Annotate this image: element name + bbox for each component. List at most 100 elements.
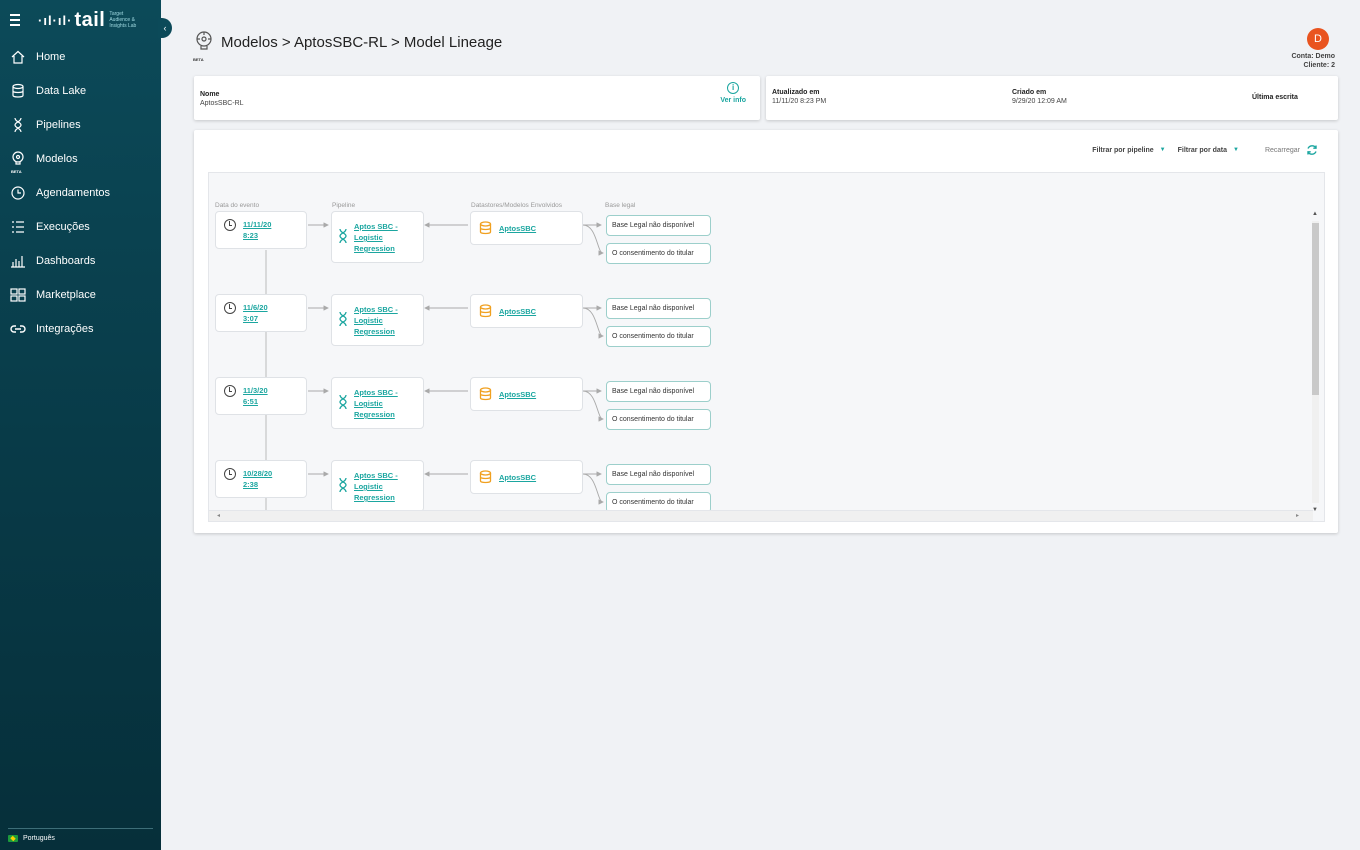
- event-date-link[interactable]: 11/11/20: [243, 219, 271, 230]
- pipeline-link[interactable]: Aptos SBC -: [354, 221, 398, 232]
- event-time-link[interactable]: 8:23: [243, 230, 271, 241]
- sidebar-item-dashboards[interactable]: Dashboards: [0, 244, 161, 278]
- datastore-link[interactable]: AptosSBC: [499, 389, 536, 400]
- logo[interactable]: ·ıl·ıl· tail Target Audience & Insights …: [38, 9, 143, 32]
- collapse-sidebar-button[interactable]: ‹: [158, 18, 172, 38]
- event-time-link[interactable]: 6:51: [243, 396, 268, 407]
- pipeline-link[interactable]: Regression: [354, 243, 398, 254]
- database-icon: [479, 470, 492, 484]
- event-date-link[interactable]: 11/3/20: [243, 385, 268, 396]
- beta-badge: BETA: [193, 57, 204, 62]
- clock-icon: [10, 185, 26, 201]
- pipeline-link[interactable]: Aptos SBC -: [354, 387, 398, 398]
- client-id: Cliente: 2: [1303, 62, 1335, 69]
- clock-icon: [224, 219, 236, 231]
- pipeline-node[interactable]: Aptos SBC - Logistic Regression: [331, 211, 424, 263]
- datastore-link[interactable]: AptosSBC: [499, 223, 536, 234]
- datastore-link[interactable]: AptosSBC: [499, 306, 536, 317]
- event-date-node[interactable]: 11/3/20 6:51: [215, 377, 307, 415]
- sidebar-item-execucoes[interactable]: Execuções: [0, 210, 161, 244]
- bar-chart-icon: [10, 253, 26, 269]
- pipeline-node[interactable]: Aptos SBC - Logistic Regression: [331, 377, 424, 429]
- filter-date-select[interactable]: Filtrar por data: [1178, 147, 1227, 154]
- pipeline-link[interactable]: Regression: [354, 492, 398, 503]
- legal-basis-node[interactable]: O consentimento do titular: [606, 243, 711, 264]
- sidebar-item-home[interactable]: Home: [0, 40, 161, 74]
- ver-info-button[interactable]: i Ver info: [720, 82, 746, 104]
- sidebar-item-pipelines[interactable]: Pipelines: [0, 108, 161, 142]
- home-icon: [10, 49, 26, 65]
- event-time-link[interactable]: 3:07: [243, 313, 268, 324]
- sidebar-item-integracoes[interactable]: Integrações: [0, 312, 161, 346]
- database-icon: [10, 83, 26, 99]
- sidebar-item-marketplace[interactable]: Marketplace: [0, 278, 161, 312]
- pipeline-link[interactable]: Logistic: [354, 398, 398, 409]
- pipeline-link[interactable]: Regression: [354, 409, 398, 420]
- pipeline-link[interactable]: Aptos SBC -: [354, 304, 398, 315]
- reload-button[interactable]: Recarregar: [1265, 144, 1318, 156]
- grid-icon: [10, 287, 26, 303]
- legal-basis-node[interactable]: O consentimento do titular: [606, 326, 711, 347]
- sidebar-top: ·ıl·ıl· tail Target Audience & Insights …: [0, 0, 161, 40]
- horizontal-scrollbar[interactable]: ◂ ▸: [209, 510, 1313, 521]
- model-dates-card: Atualizado em 11/11/20 8:23 PM Criado em…: [766, 76, 1338, 120]
- sidebar-item-modelos[interactable]: BETA Modelos: [0, 142, 161, 176]
- beta-badge: BETA: [11, 169, 22, 174]
- pipeline-link[interactable]: Aptos SBC -: [354, 470, 398, 481]
- sidebar-item-agendamentos[interactable]: Agendamentos: [0, 176, 161, 210]
- dna-icon: [339, 228, 347, 244]
- language-selector[interactable]: Português: [8, 828, 153, 842]
- chevron-down-icon[interactable]: ▼: [1233, 147, 1239, 153]
- link-icon: [10, 321, 26, 337]
- legal-basis-node[interactable]: Base Legal não disponível: [606, 381, 711, 402]
- datastore-link[interactable]: AptosSBC: [499, 472, 536, 483]
- breadcrumb: Modelos > AptosSBC-RL > Model Lineage: [221, 33, 503, 51]
- sidebar-item-label: Integrações: [36, 323, 94, 335]
- event-time-link[interactable]: 2:38: [243, 479, 272, 490]
- created-value: 9/29/20 12:09 AM: [1012, 98, 1067, 105]
- datastore-node[interactable]: AptosSBC: [470, 460, 583, 494]
- filter-pipeline-select[interactable]: Filtrar por pipeline: [1092, 147, 1153, 154]
- avatar[interactable]: D: [1307, 28, 1329, 50]
- legal-basis-node[interactable]: Base Legal não disponível: [606, 215, 711, 236]
- pipeline-node[interactable]: Aptos SBC - Logistic Regression: [331, 294, 424, 346]
- event-date-link[interactable]: 10/28/20: [243, 468, 272, 479]
- pipeline-link[interactable]: Regression: [354, 326, 398, 337]
- legal-basis-node[interactable]: Base Legal não disponível: [606, 464, 711, 485]
- sidebar-item-label: Data Lake: [36, 85, 87, 97]
- sidebar-item-label: Agendamentos: [36, 187, 110, 199]
- database-icon: [479, 304, 492, 318]
- pipeline-link[interactable]: Logistic: [354, 481, 398, 492]
- sidebar-nav: Home Data Lake Pipelines BETA Modelos Ag…: [0, 40, 161, 346]
- scroll-left-icon[interactable]: ◂: [217, 512, 220, 519]
- pipeline-link[interactable]: Logistic: [354, 232, 398, 243]
- event-date-link[interactable]: 11/6/20: [243, 302, 268, 313]
- scroll-up-icon[interactable]: ▲: [1312, 211, 1318, 217]
- scroll-right-icon[interactable]: ▸: [1296, 512, 1299, 519]
- sidebar-item-label: Home: [36, 51, 66, 63]
- language-label: Português: [23, 835, 55, 842]
- datastore-node[interactable]: AptosSBC: [470, 211, 583, 245]
- lineage-toolbar: Filtrar por pipeline ▼ Filtrar por data …: [1092, 144, 1318, 156]
- lineage-card: Filtrar por pipeline ▼ Filtrar por data …: [194, 130, 1338, 533]
- database-icon: [479, 221, 492, 235]
- event-date-node[interactable]: 10/28/20 2:38: [215, 460, 307, 498]
- event-date-node[interactable]: 11/6/20 3:07: [215, 294, 307, 332]
- vertical-scrollbar[interactable]: ▲ ▼: [1311, 211, 1320, 513]
- sidebar-item-label: Pipelines: [36, 119, 81, 131]
- pipeline-node[interactable]: Aptos SBC - Logistic Regression: [331, 460, 424, 512]
- event-date-node[interactable]: 11/11/20 8:23: [215, 211, 307, 249]
- chevron-down-icon[interactable]: ▼: [1160, 147, 1166, 153]
- account-info: D Conta: Demo Cliente: 2: [1291, 28, 1335, 70]
- pipeline-link[interactable]: Logistic: [354, 315, 398, 326]
- datastore-node[interactable]: AptosSBC: [470, 294, 583, 328]
- ver-info-label: Ver info: [720, 97, 746, 104]
- datastore-node[interactable]: AptosSBC: [470, 377, 583, 411]
- menu-icon[interactable]: [10, 14, 24, 26]
- scroll-thumb[interactable]: [1312, 223, 1319, 395]
- sidebar-item-data-lake[interactable]: Data Lake: [0, 74, 161, 108]
- created-label: Criado em: [1012, 89, 1047, 96]
- lineage-canvas[interactable]: Data do evento Pipeline Datastores/Model…: [208, 172, 1325, 522]
- legal-basis-node[interactable]: O consentimento do titular: [606, 409, 711, 430]
- legal-basis-node[interactable]: Base Legal não disponível: [606, 298, 711, 319]
